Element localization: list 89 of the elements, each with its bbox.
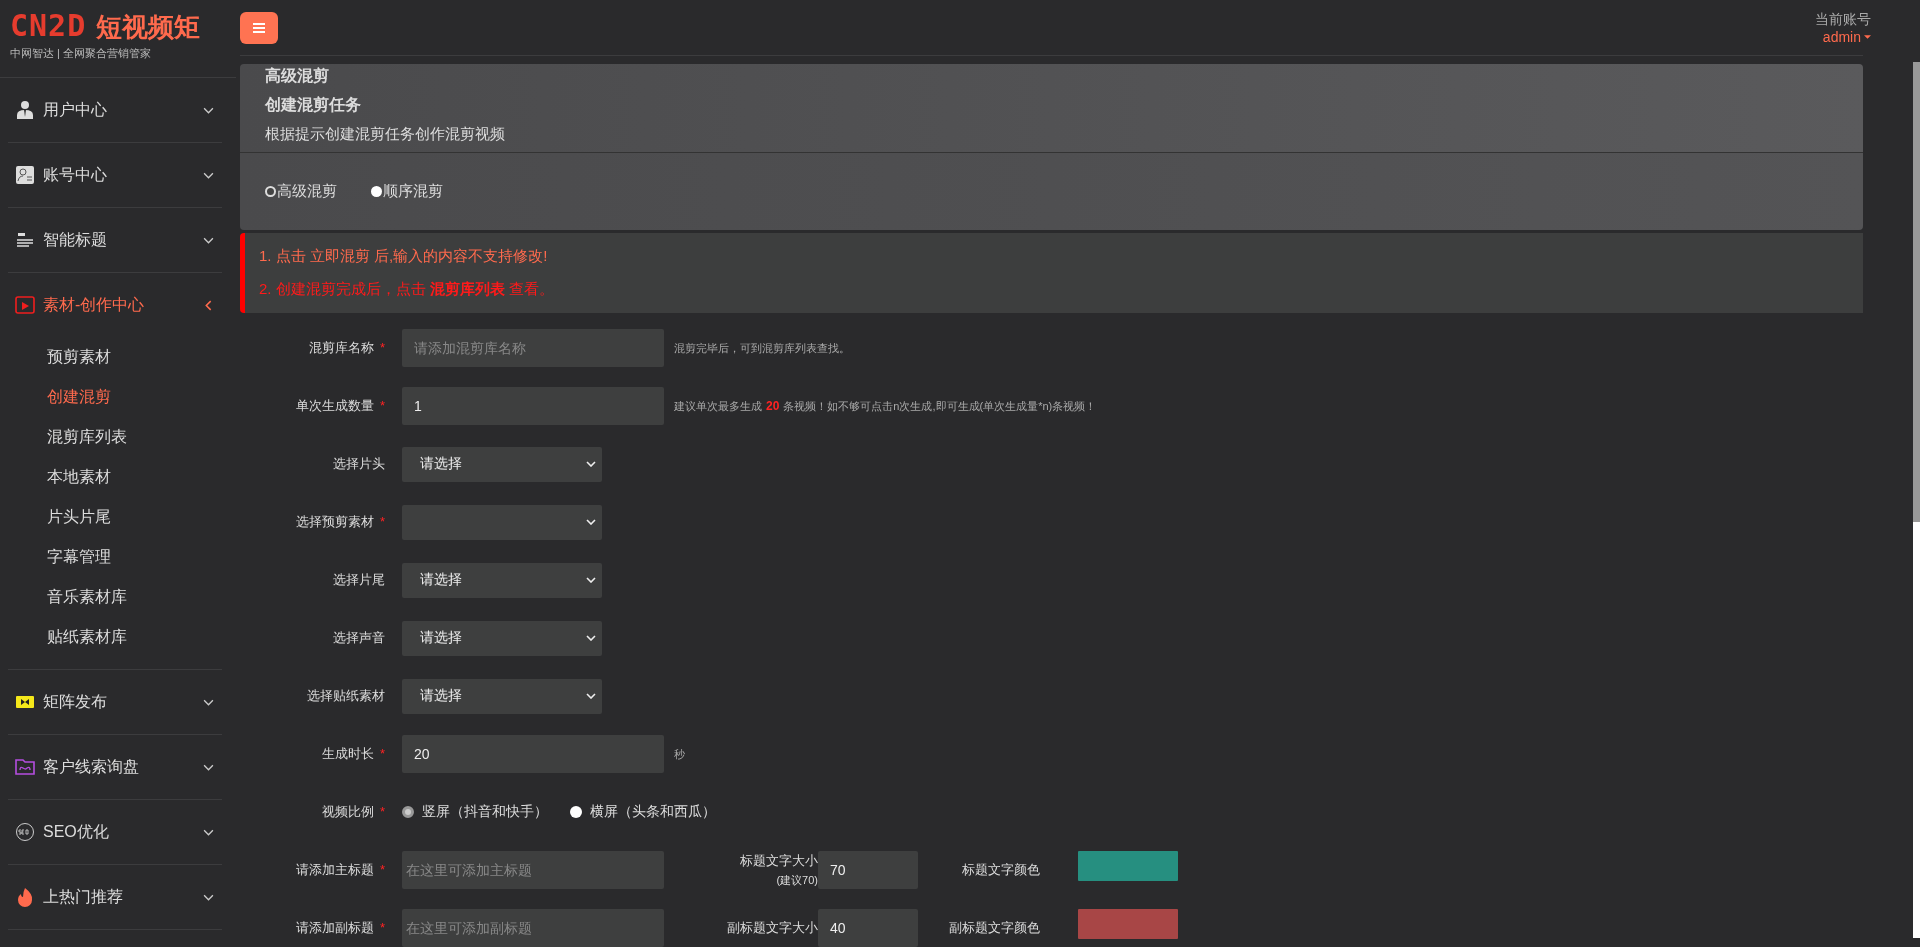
title-icon bbox=[15, 230, 35, 250]
field-label: 选择声音 bbox=[333, 630, 385, 645]
chevron-down-icon bbox=[203, 828, 214, 836]
field-label: 视频比例 bbox=[321, 804, 374, 819]
chevron-down-icon bbox=[203, 763, 214, 771]
account-label: 当前账号 bbox=[1815, 10, 1871, 29]
help-text: 建议单次最多生成 20 条视频！如不够可点击n次生成,即可生成(单次生成量*n)条视频！ bbox=[674, 398, 1097, 414]
brand-name: 短视频矩 bbox=[96, 11, 201, 44]
sidebar-item[interactable]: SEO优化 bbox=[8, 800, 222, 864]
page-subtitle: 根据提示创建混剪任务创作混剪视频 bbox=[265, 125, 505, 142]
ratio-option[interactable]: 竖屏（抖音和快手） bbox=[402, 803, 548, 821]
field-label: 标题文字颜色 bbox=[962, 862, 1040, 877]
field-label: 混剪库名称 bbox=[308, 340, 374, 355]
account-dropdown[interactable]: admin bbox=[1822, 28, 1871, 45]
field-label: 选择片头 bbox=[333, 456, 385, 471]
submenu-item[interactable]: 贴纸素材库 bbox=[8, 617, 222, 657]
submenu-item[interactable]: 预剪素材 bbox=[8, 337, 222, 377]
scrollbar[interactable] bbox=[1913, 62, 1920, 938]
sidebar-item[interactable]: 智能标题 bbox=[8, 208, 222, 272]
sidebar-item[interactable]: 客户线索询盘 bbox=[8, 735, 222, 799]
sidebar-item[interactable]: 用户中心 bbox=[8, 78, 222, 142]
video-icon bbox=[15, 295, 35, 315]
sidebar-item[interactable]: 矩阵发布 bbox=[8, 670, 222, 734]
field-label: 单次生成数量 bbox=[295, 398, 374, 413]
select-field[interactable]: 请选择 bbox=[402, 678, 602, 714]
select-field[interactable]: 请选择 bbox=[402, 620, 602, 656]
field-label: 选择贴纸素材 bbox=[307, 688, 385, 703]
color-swatch[interactable] bbox=[1078, 909, 1178, 939]
chevron-down-icon bbox=[203, 893, 214, 901]
size-input[interactable]: 40 bbox=[818, 909, 918, 947]
submenu-item[interactable]: 混剪库列表 bbox=[8, 417, 222, 457]
field-label: 请添加副标题 bbox=[295, 920, 374, 935]
field-label: 标题文字大小 bbox=[740, 852, 818, 870]
select-field[interactable]: 请选择 bbox=[402, 562, 602, 598]
user-icon bbox=[15, 100, 35, 120]
chevron-down-icon bbox=[203, 171, 214, 179]
notice-text: 1. 点击 立即混剪 后,输入的内容不支持修改! bbox=[259, 246, 549, 266]
field-label: 副标题文字大小 bbox=[727, 919, 818, 937]
chevron-down-icon bbox=[203, 698, 214, 706]
mode-radio[interactable]: 高级混剪 bbox=[265, 182, 337, 201]
folder-icon bbox=[15, 757, 35, 777]
select-field[interactable]: 请选择 bbox=[402, 446, 602, 482]
sidebar-item[interactable]: 上热门推荐 bbox=[8, 865, 222, 929]
field-label: 副标题文字颜色 bbox=[949, 920, 1040, 935]
input-field[interactable]: 在这里可添加副标题 bbox=[402, 909, 664, 947]
required-mark: * bbox=[379, 920, 385, 935]
submenu-item[interactable]: 创建混剪 bbox=[8, 377, 222, 417]
select-field[interactable] bbox=[402, 504, 602, 540]
input-field[interactable]: 1 bbox=[402, 387, 664, 425]
chevron-left-icon bbox=[205, 299, 212, 311]
logo-tagline: 中网智达 | 全网聚合营销管家 bbox=[10, 47, 151, 59]
required-mark: * bbox=[379, 804, 385, 819]
hint-text: (建议70) bbox=[776, 873, 818, 888]
field-label: 选择预剪素材 bbox=[295, 514, 374, 529]
size-input[interactable]: 70 bbox=[818, 851, 918, 889]
seo-icon bbox=[15, 822, 35, 842]
required-mark: * bbox=[379, 340, 385, 355]
sidebar-item[interactable]: 素材-创作中心 bbox=[8, 273, 222, 337]
submenu-item[interactable]: 片头片尾 bbox=[8, 497, 222, 537]
required-mark: * bbox=[379, 398, 385, 413]
profile-card-icon bbox=[15, 165, 35, 185]
mode-radio[interactable]: 顺序混剪 bbox=[371, 182, 443, 201]
submenu-item[interactable]: 音乐素材库 bbox=[8, 577, 222, 617]
chevron-down-icon bbox=[203, 236, 214, 244]
notice-text: 2. 创建混剪完成后，点击 混剪库列表 查看。 bbox=[259, 279, 556, 299]
unit-label: 秒 bbox=[674, 746, 685, 762]
color-swatch[interactable] bbox=[1078, 851, 1178, 881]
required-mark: * bbox=[379, 514, 385, 529]
required-mark: * bbox=[379, 862, 385, 877]
field-label: 生成时长 bbox=[321, 746, 374, 761]
field-label: 选择片尾 bbox=[333, 572, 385, 587]
required-mark: * bbox=[379, 746, 385, 761]
flame-icon bbox=[15, 887, 35, 907]
sidebar-item[interactable]: 账号中心 bbox=[8, 143, 222, 207]
menu-icon bbox=[253, 22, 265, 33]
input-field[interactable]: 在这里可添加主标题 bbox=[402, 851, 664, 889]
chevron-down-icon bbox=[203, 106, 214, 114]
page-title: 创建混剪任务 bbox=[265, 96, 361, 113]
ratio-option[interactable]: 横屏（头条和西瓜） bbox=[570, 803, 716, 821]
submenu-item[interactable]: 字幕管理 bbox=[8, 537, 222, 577]
menu-button[interactable] bbox=[240, 11, 278, 44]
input-field[interactable]: 20 bbox=[402, 735, 664, 773]
caret-icon bbox=[1864, 34, 1871, 39]
logo-mark: CN2D bbox=[10, 8, 87, 43]
field-label: 请添加主标题 bbox=[295, 862, 374, 877]
submenu-item[interactable]: 本地素材 bbox=[8, 457, 222, 497]
help-text: 混剪完毕后，可到混剪库列表查找。 bbox=[674, 340, 850, 356]
input-field[interactable]: 请添加混剪库名称 bbox=[402, 329, 664, 367]
breadcrumb: 高级混剪 bbox=[265, 67, 329, 84]
